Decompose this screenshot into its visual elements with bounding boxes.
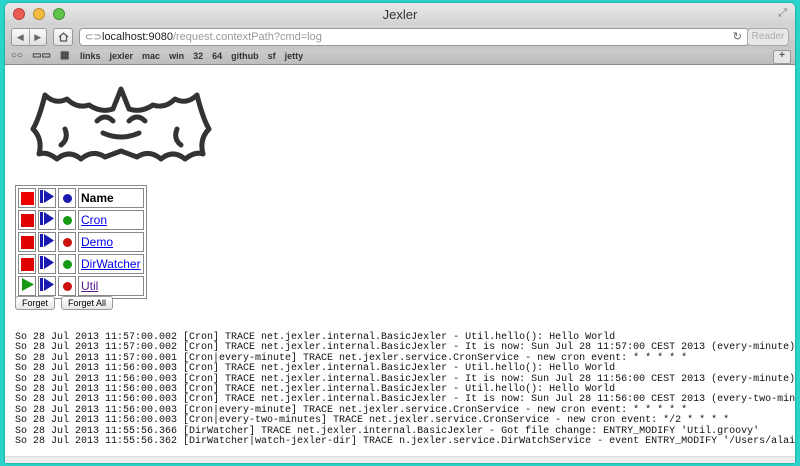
status-cell xyxy=(58,276,76,296)
url-host: localhost:9080 xyxy=(102,31,173,43)
bookmark-link[interactable]: 64 xyxy=(212,51,222,61)
bookmark-links: links jexler mac win 32 64 github sf jetty xyxy=(80,51,303,61)
jexler-name-link[interactable]: DirWatcher xyxy=(81,257,141,271)
bookmark-link[interactable]: jexler xyxy=(110,51,134,61)
bookmarks-bar: ○○ ▭▭ ▦ links jexler mac win 32 64 github sf jet… xyxy=(5,49,795,65)
log-buttons: Forget Forget All xyxy=(15,296,114,310)
reader-glasses-icon: ⊂⊃ xyxy=(85,32,102,43)
status-dot-icon xyxy=(62,216,72,226)
start-stop-cell[interactable] xyxy=(18,254,36,274)
restart-icon xyxy=(40,256,54,269)
add-bookmark-button[interactable]: + xyxy=(773,50,791,64)
stop-icon xyxy=(20,258,34,272)
status-dot-icon xyxy=(62,238,72,248)
status-cell xyxy=(58,210,76,230)
bookmark-link[interactable]: links xyxy=(80,51,101,61)
back-button[interactable]: ◀ xyxy=(12,29,29,45)
restart-cell[interactable] xyxy=(38,210,56,230)
forward-button[interactable]: ▶ xyxy=(28,29,47,45)
name-cell: Util xyxy=(78,276,144,296)
stop-icon xyxy=(20,236,34,250)
jexler-name-link[interactable]: Demo xyxy=(81,235,113,249)
name-cell: DirWatcher xyxy=(78,254,144,274)
bookmark-link[interactable]: github xyxy=(231,51,259,61)
jexler-name-link[interactable]: Cron xyxy=(81,213,107,227)
restart-cell[interactable] xyxy=(38,276,56,296)
table-row: Util xyxy=(18,276,144,296)
bookmarks-book-icon[interactable]: ▭▭ xyxy=(32,50,51,61)
log-output: So 28 Jul 2013 11:57:00.002 [Cron] TRACE… xyxy=(15,332,795,448)
bookmark-link[interactable]: 32 xyxy=(193,51,203,61)
forget-all-button[interactable]: Forget All xyxy=(61,296,114,310)
status-cell xyxy=(58,232,76,252)
bookmark-link[interactable]: jetty xyxy=(285,51,304,61)
reader-button[interactable]: Reader xyxy=(747,28,789,46)
table-row: Cron xyxy=(18,210,144,230)
status-dot-icon xyxy=(62,282,72,292)
status-dot-icon xyxy=(62,260,72,270)
stop-icon xyxy=(20,214,34,228)
status-cell xyxy=(58,254,76,274)
bookmark-link[interactable]: win xyxy=(169,51,184,61)
fullscreen-icon[interactable]: ⤢ xyxy=(778,7,787,20)
url-path: /request.contextPath?cmd=log xyxy=(172,31,322,43)
name-column-header: Name xyxy=(78,188,144,208)
header-status-cell xyxy=(58,188,76,208)
start-stop-cell[interactable] xyxy=(18,232,36,252)
window-title: Jexler xyxy=(382,7,418,22)
status-dot-icon xyxy=(62,194,72,204)
restart-all-icon xyxy=(40,190,54,203)
table-header-row: Name xyxy=(18,188,144,208)
forget-button[interactable]: Forget xyxy=(15,296,56,310)
address-bar[interactable]: ⊂⊃ localhost:9080/request.contextPath?cm… xyxy=(79,28,749,46)
start-stop-cell[interactable] xyxy=(18,210,36,230)
stop-all-icon xyxy=(20,192,34,206)
reading-list-icon[interactable]: ○○ xyxy=(11,50,23,61)
browser-window: Jexler ⤢ ◀ ▶ ⊂⊃ localhost:9080/request.c… xyxy=(5,3,795,463)
home-button[interactable] xyxy=(53,28,73,46)
horizontal-scrollbar[interactable] xyxy=(5,456,795,463)
play-icon xyxy=(21,278,34,291)
bookmark-link[interactable]: sf xyxy=(268,51,276,61)
jexler-bat-logo xyxy=(30,86,212,162)
table-row: DirWatcher xyxy=(18,254,144,274)
header-stop-cell[interactable] xyxy=(18,188,36,208)
restart-icon xyxy=(40,234,54,247)
browser-toolbar: ◀ ▶ ⊂⊃ localhost:9080/request.contextPat… xyxy=(5,25,795,49)
jexler-table: Name Cron Demo DirWatcher Util xyxy=(15,185,147,299)
restart-cell[interactable] xyxy=(38,232,56,252)
jexler-name-link[interactable]: Util xyxy=(81,279,98,293)
restart-cell[interactable] xyxy=(38,254,56,274)
restart-icon xyxy=(40,212,54,225)
title-bar: Jexler ⤢ xyxy=(5,3,795,25)
nav-buttons: ◀ ▶ xyxy=(11,28,47,46)
home-icon xyxy=(58,32,68,42)
header-restart-cell[interactable] xyxy=(38,188,56,208)
page-content: Name Cron Demo DirWatcher Util Forget Forge… xyxy=(5,65,795,457)
start-stop-cell[interactable] xyxy=(18,276,36,296)
log-line: So 28 Jul 2013 11:55:56.362 [DirWatcher|… xyxy=(15,436,795,448)
restart-icon xyxy=(40,278,54,291)
name-cell: Demo xyxy=(78,232,144,252)
top-sites-grid-icon[interactable]: ▦ xyxy=(60,50,69,61)
table-row: Demo xyxy=(18,232,144,252)
name-cell: Cron xyxy=(78,210,144,230)
reload-icon[interactable]: ↻ xyxy=(733,29,742,45)
bookmark-link[interactable]: mac xyxy=(142,51,160,61)
